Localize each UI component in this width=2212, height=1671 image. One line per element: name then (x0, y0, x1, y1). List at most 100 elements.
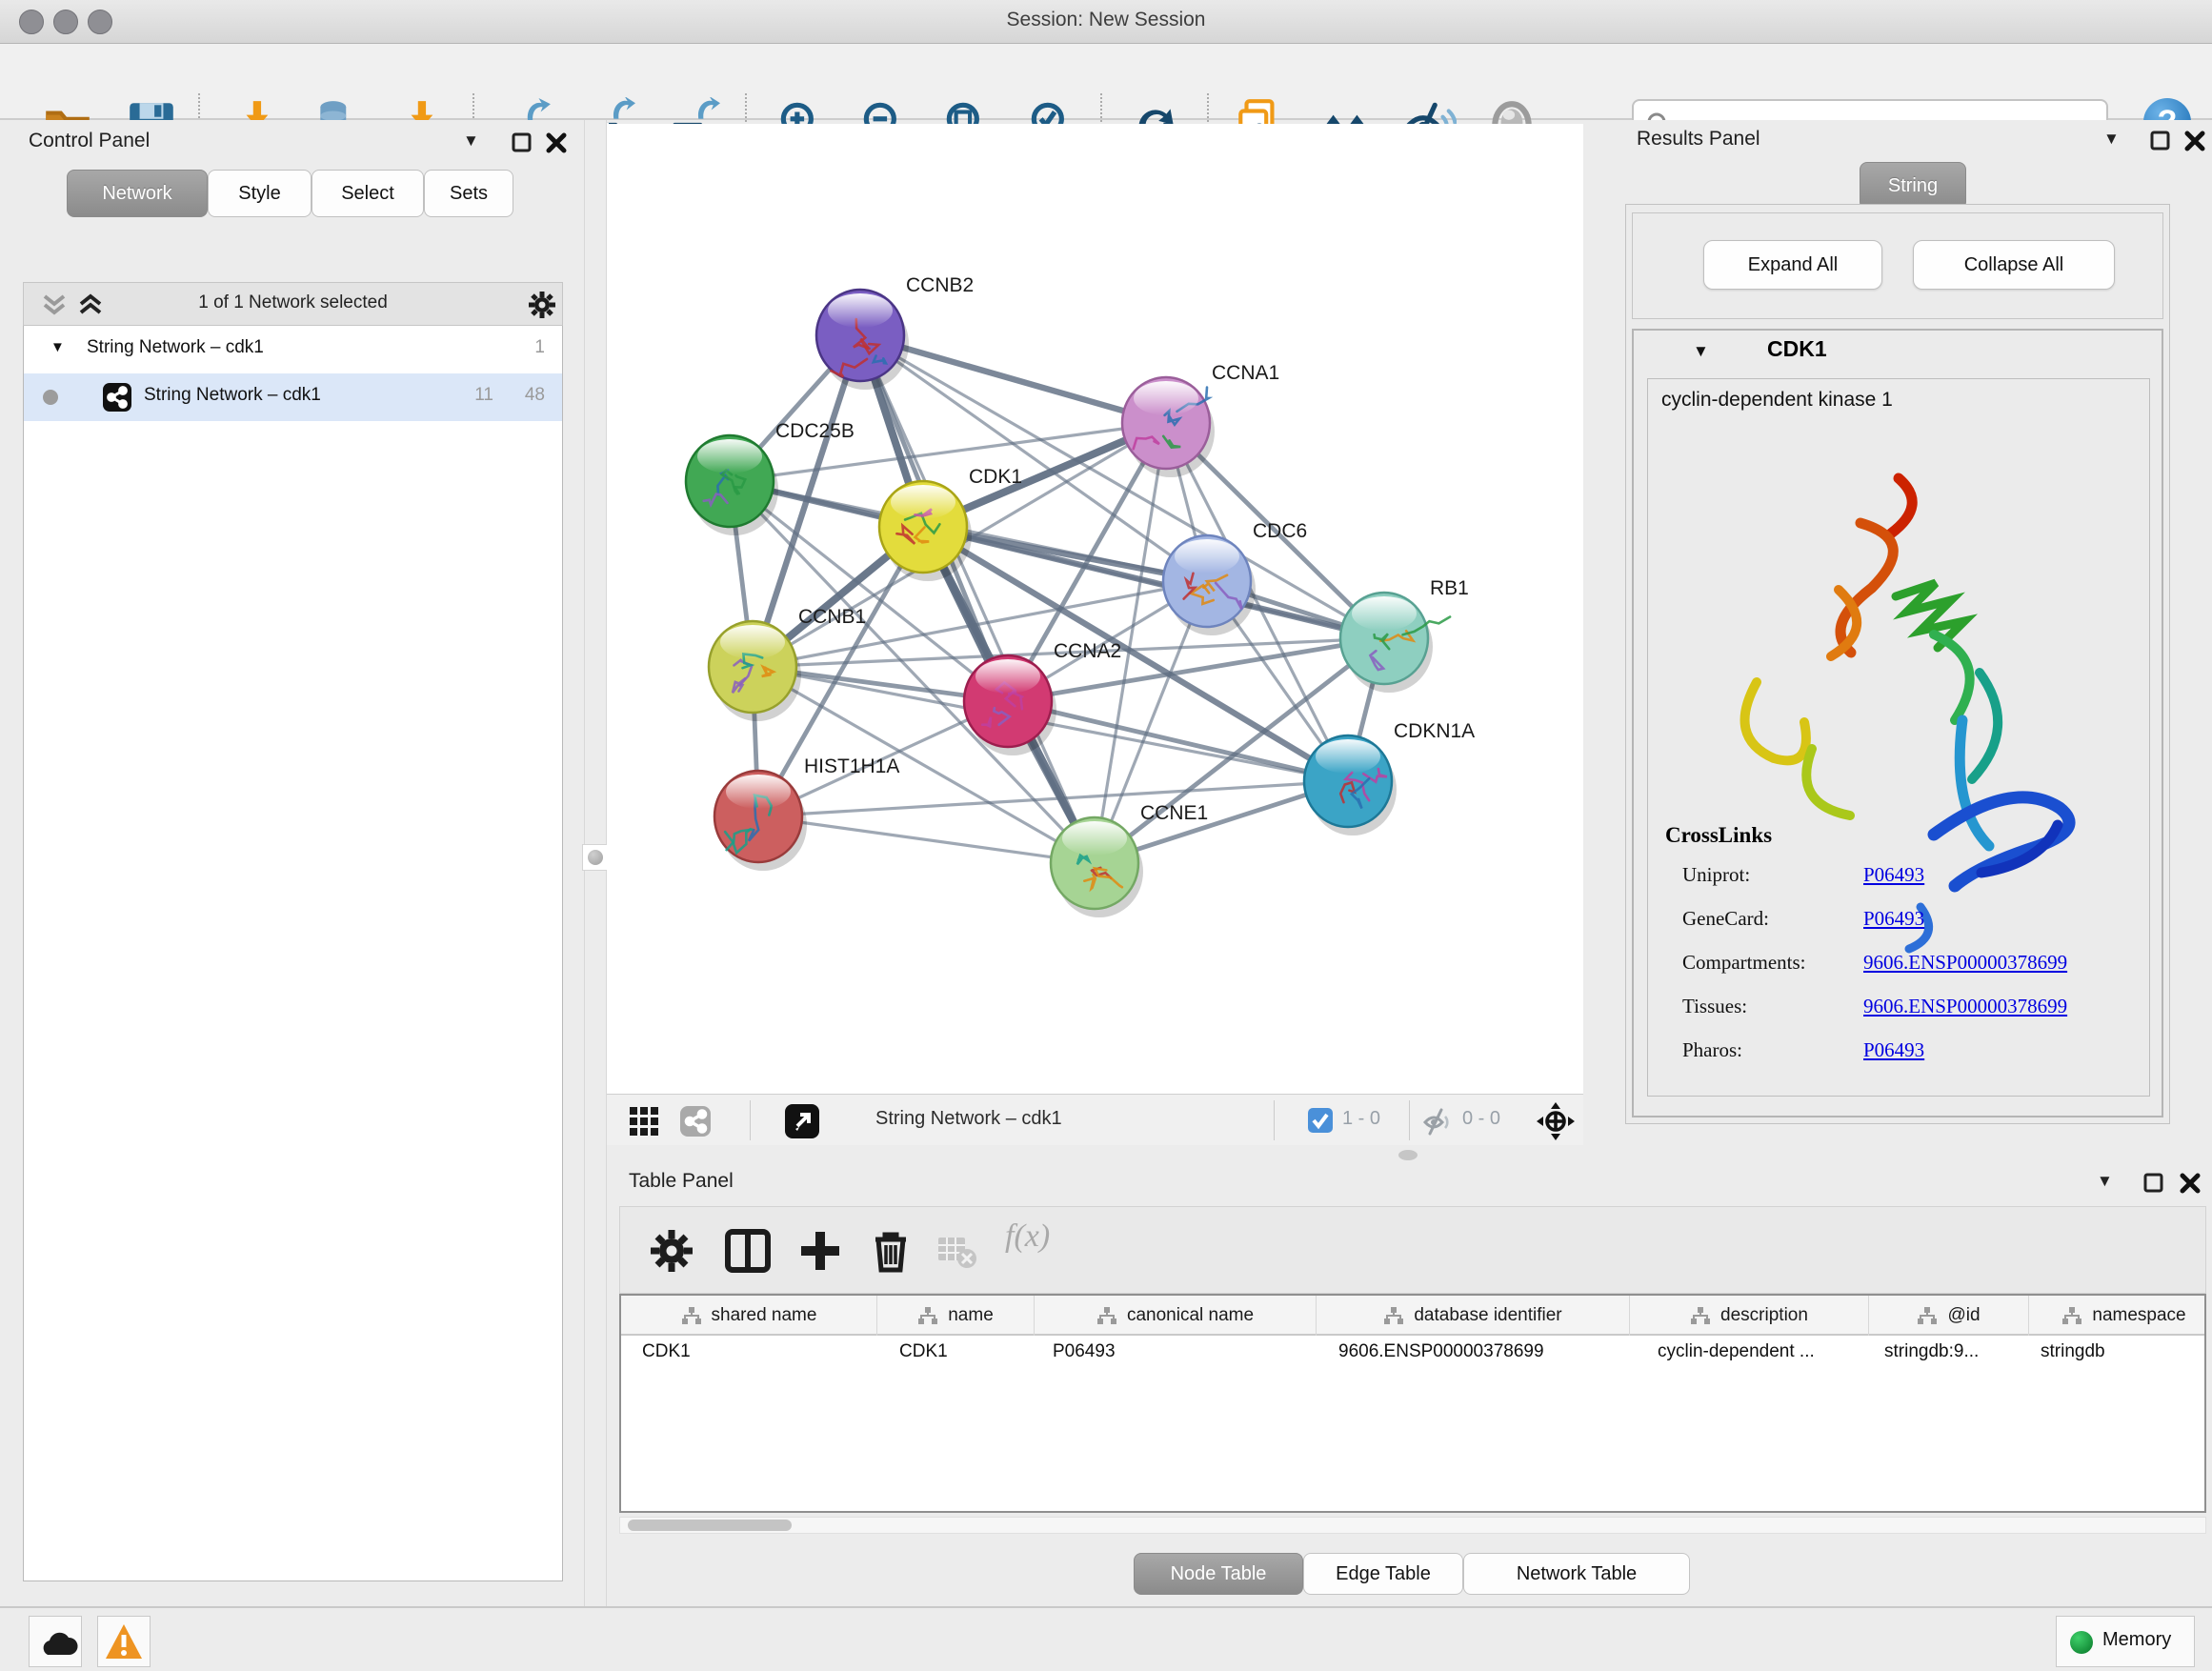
table-panel-menu-icon[interactable]: ▼ (2097, 1172, 2113, 1191)
status-bar: Memory (0, 1606, 2212, 1671)
network-list-header: 1 of 1 Network selected (23, 282, 563, 326)
tab-string[interactable]: String (1860, 162, 1966, 210)
table-panel-close-icon[interactable] (2179, 1172, 2202, 1195)
network-node-CCNB2[interactable]: CCNB2 (816, 274, 974, 390)
table-cell[interactable]: stringdb (2041, 1341, 2105, 1362)
column-header-name[interactable]: name (877, 1296, 1035, 1336)
network-node-RB1[interactable]: RB1 (1340, 577, 1469, 693)
network-node-CDC6[interactable]: CDC6 (1163, 520, 1307, 635)
birdseye-grid-icon[interactable] (628, 1105, 660, 1137)
results-panel-float-icon[interactable] (2149, 130, 2172, 152)
table-cell[interactable]: stringdb:9... (1884, 1341, 1979, 1362)
node-label: HIST1H1A (804, 755, 899, 777)
add-column-icon[interactable] (795, 1226, 845, 1276)
crosslink-row: Uniprot:P06493 (1682, 863, 2140, 896)
horizontal-splitter-handle[interactable] (1398, 1150, 1418, 1160)
network-node-CDK1[interactable]: CDK1 (879, 466, 1022, 581)
node-gloss (1316, 739, 1380, 774)
scrollbar-thumb[interactable] (628, 1520, 792, 1531)
crosslink-row: Compartments:9606.ENSP00000378699 (1682, 951, 2140, 983)
column-header-databaseidentifier[interactable]: database identifier (1317, 1296, 1630, 1336)
memory-button[interactable]: Memory (2056, 1616, 2195, 1667)
delete-table-icon[interactable] (935, 1226, 978, 1276)
crosslink-link[interactable]: 9606.ENSP00000378699 (1863, 995, 2067, 1018)
control-panel-float-icon[interactable] (511, 131, 533, 154)
gene-collapse-icon[interactable]: ▼ (1693, 342, 1709, 361)
network-list-options-gear-icon[interactable] (527, 290, 557, 320)
tab-node-table[interactable]: Node Table (1134, 1553, 1303, 1595)
column-type-icon (681, 1306, 702, 1325)
table-cell[interactable]: CDK1 (899, 1341, 948, 1362)
control-panel-menu-icon[interactable]: ▼ (463, 131, 479, 151)
delete-column-icon[interactable] (866, 1226, 915, 1276)
tab-style[interactable]: Style (208, 170, 312, 217)
network-collection-row[interactable]: ▼ String Network – cdk1 1 (24, 326, 562, 373)
column-header-label: database identifier (1414, 1305, 1561, 1326)
open-in-window-icon[interactable] (784, 1103, 820, 1139)
table-cell[interactable]: 9606.ENSP00000378699 (1338, 1341, 1544, 1362)
tab-network-table[interactable]: Network Table (1463, 1553, 1690, 1595)
table-cell[interactable]: CDK1 (642, 1341, 691, 1362)
tab-network[interactable]: Network (67, 170, 208, 217)
network-edge[interactable] (1008, 701, 1348, 781)
table-cell[interactable]: P06493 (1053, 1341, 1116, 1362)
cloud-status-button[interactable] (29, 1616, 82, 1667)
network-edge[interactable] (758, 816, 1095, 863)
show-columns-icon[interactable] (723, 1226, 773, 1276)
node-gloss (1352, 596, 1417, 631)
memory-label: Memory (2102, 1629, 2171, 1651)
tab-sets[interactable]: Sets (424, 170, 513, 217)
network-node-CCNA1[interactable]: CCNA1 (1122, 362, 1279, 477)
node-table[interactable]: shared namename canonical name database id… (619, 1294, 2206, 1513)
warnings-button[interactable] (97, 1616, 151, 1667)
table-horizontal-scrollbar[interactable] (619, 1517, 2206, 1534)
column-type-icon (1690, 1306, 1711, 1325)
left-splitter-handle[interactable] (582, 844, 609, 871)
node-gloss (726, 775, 791, 809)
gene-description: cyclin-dependent kinase 1 (1661, 389, 1893, 412)
network-edge[interactable] (860, 335, 1095, 863)
crosslink-link[interactable]: 9606.ENSP00000378699 (1863, 951, 2067, 975)
table-panel-float-icon[interactable] (2142, 1172, 2165, 1195)
selected-checkbox-icon[interactable] (1308, 1108, 1333, 1133)
table-header-row: shared namename canonical name database id… (621, 1296, 2204, 1336)
column-header-canonicalname[interactable]: canonical name (1035, 1296, 1317, 1336)
hidden-eye-icon[interactable] (1422, 1107, 1453, 1136)
network-row[interactable]: String Network – cdk1 11 48 (24, 373, 562, 421)
left-splitter[interactable] (584, 120, 607, 1606)
network-list: ▼ String Network – cdk1 1 String Network… (23, 326, 563, 1581)
table-options-gear-icon[interactable] (647, 1226, 696, 1276)
expand-all-button[interactable]: Expand All (1703, 240, 1882, 290)
crosslink-link[interactable]: P06493 (1863, 907, 1924, 931)
network-graph[interactable]: CCNB2CCNA1CDC25BCDK1CDC6RB1CCNB1CCNA2CDK… (607, 124, 1583, 1094)
table-panel-title: Table Panel (629, 1170, 734, 1193)
crosslink-label: Pharos: (1682, 1038, 1742, 1061)
column-header-sharedname[interactable]: shared name (621, 1296, 877, 1336)
collapse-all-button[interactable]: Collapse All (1913, 240, 2115, 290)
tab-edge-table[interactable]: Edge Table (1303, 1553, 1463, 1595)
tree-expander-icon[interactable]: ▼ (50, 339, 65, 355)
tab-select[interactable]: Select (312, 170, 424, 217)
column-header-label: canonical name (1127, 1305, 1254, 1326)
control-panel: Control Panel ▼ NetworkStyleSelectSets 1… (0, 120, 584, 1606)
column-header-id[interactable]: @id (1869, 1296, 2029, 1336)
node-label: RB1 (1430, 577, 1469, 599)
function-builder-icon[interactable]: f(x) (1005, 1218, 1091, 1268)
network-share-icon[interactable] (679, 1105, 712, 1137)
center-view-crosshair-icon[interactable] (1536, 1101, 1576, 1141)
column-header-namespace[interactable]: namespace (2029, 1296, 2212, 1336)
gene-title: CDK1 (1767, 336, 1827, 362)
results-panel-menu-icon[interactable]: ▼ (2103, 130, 2120, 149)
crosslink-link[interactable]: P06493 (1863, 1038, 1924, 1062)
node-gloss (1175, 539, 1239, 574)
network-node-CDKN1A[interactable]: CDKN1A (1304, 720, 1475, 836)
node-gloss (828, 293, 893, 328)
selected-node-edge-count: 1 - 0 (1342, 1108, 1380, 1130)
column-header-description[interactable]: description (1630, 1296, 1869, 1336)
results-panel-close-icon[interactable] (2183, 130, 2206, 152)
toolbar-separator (1409, 1100, 1410, 1140)
crosslink-link[interactable]: P06493 (1863, 863, 1924, 887)
control-panel-close-icon[interactable] (545, 131, 568, 154)
network-canvas[interactable]: CCNB2CCNA1CDC25BCDK1CDC6RB1CCNB1CCNA2CDK… (607, 124, 1583, 1094)
table-cell[interactable]: cyclin-dependent ... (1658, 1341, 1815, 1362)
